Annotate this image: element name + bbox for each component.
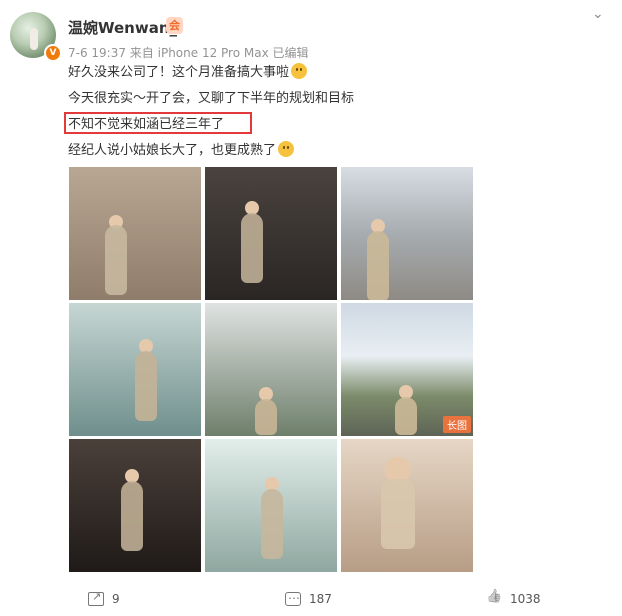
photo-2[interactable] bbox=[205, 167, 337, 300]
emoji-icon bbox=[291, 63, 308, 79]
post-text: 好久没来公司了！这个月准备搞大事啦 今天很充实～开了会，又聊了下半年的规划和目标… bbox=[64, 63, 588, 167]
post-line-1: 好久没来公司了！这个月准备搞大事啦 bbox=[68, 63, 588, 89]
long-image-tag: 长图 bbox=[443, 416, 471, 433]
like-count: 1038 bbox=[510, 592, 541, 606]
post-line-1-text: 好久没来公司了！这个月准备搞大事啦 bbox=[68, 65, 290, 80]
author-name[interactable]: 温婉Wenwan_ bbox=[68, 17, 177, 38]
photo-5[interactable] bbox=[205, 303, 337, 436]
like-icon bbox=[486, 592, 502, 606]
share-icon bbox=[88, 590, 104, 606]
share-count: 9 bbox=[112, 592, 120, 606]
photo-4[interactable] bbox=[69, 303, 201, 436]
chevron-down-icon[interactable]: ⌄ bbox=[592, 6, 604, 22]
member-badge-icon[interactable]: 会 bbox=[166, 17, 183, 34]
post-line-4: 经纪人说小姑娘长大了，也更成熟了 bbox=[68, 141, 588, 167]
photo-7[interactable] bbox=[69, 439, 201, 572]
post-meta: 7-6 19:37 来自 iPhone 12 Pro Max 已编辑 bbox=[68, 46, 309, 60]
comment-button[interactable]: 187 bbox=[285, 588, 332, 606]
post-line-4-text: 经纪人说小姑娘长大了，也更成熟了 bbox=[68, 143, 277, 158]
photo-1[interactable] bbox=[69, 167, 201, 300]
photo-8[interactable] bbox=[205, 439, 337, 572]
comment-count: 187 bbox=[309, 592, 332, 606]
post-actions-bar: 9 187 1038 bbox=[0, 584, 622, 614]
weibo-post-card: V 温婉Wenwan_ 会 7-6 19:37 来自 iPhone 12 Pro… bbox=[0, 0, 622, 616]
comment-icon bbox=[285, 588, 301, 606]
emoji-icon bbox=[278, 141, 295, 157]
like-button[interactable]: 1038 bbox=[486, 592, 541, 606]
photo-9[interactable] bbox=[341, 439, 473, 572]
share-button[interactable]: 9 bbox=[88, 590, 120, 606]
photo-6[interactable]: 长图 bbox=[341, 303, 473, 436]
highlight-box bbox=[64, 112, 252, 134]
post-line-2-text: 今天很充实～开了会，又聊了下半年的规划和目标 bbox=[68, 91, 355, 106]
verified-badge-icon: V bbox=[44, 44, 62, 62]
photo-3[interactable] bbox=[341, 167, 473, 300]
avatar-figure bbox=[30, 28, 38, 50]
